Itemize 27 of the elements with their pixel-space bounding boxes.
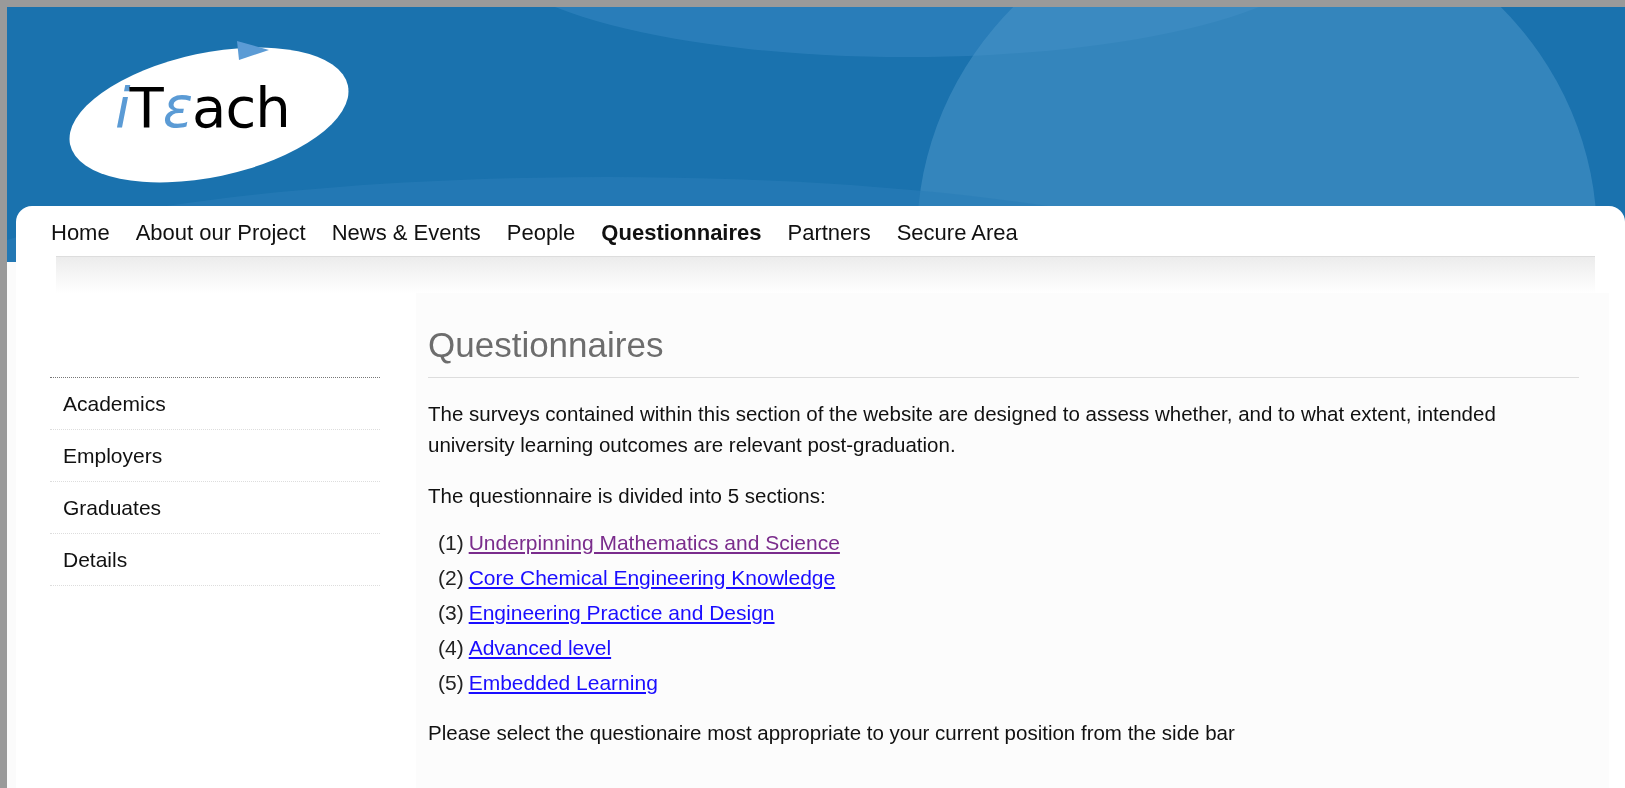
nav-link[interactable]: Partners bbox=[774, 220, 884, 250]
instruction-text: Please select the questionaire most appropriate to your current position from the side bar bbox=[428, 720, 1236, 746]
section-number: (3) bbox=[438, 600, 464, 626]
sidebar-link[interactable]: Details bbox=[50, 534, 380, 586]
section-number: (5) bbox=[438, 670, 464, 696]
sidebar-link[interactable]: Employers bbox=[50, 430, 380, 482]
logo[interactable]: iTεach bbox=[59, 33, 369, 183]
nav-link[interactable]: Questionnaires bbox=[588, 220, 775, 250]
section-link[interactable]: Core Chemical Engineering Knowledge bbox=[468, 563, 836, 592]
section-number: (4) bbox=[438, 635, 464, 661]
section-link[interactable]: Advanced level bbox=[468, 633, 612, 662]
sidebar-link[interactable]: Graduates bbox=[50, 482, 380, 534]
nav-link[interactable]: People bbox=[493, 220, 589, 250]
nav-link[interactable]: Secure Area bbox=[883, 220, 1031, 250]
section-number: (1) bbox=[438, 530, 464, 556]
nav-link[interactable]: Home bbox=[38, 220, 123, 250]
section-number: (2) bbox=[438, 565, 464, 591]
intro-paragraph: The surveys contained within this section of the website are designed to assess whether, and to what extent, intended university learning outcomes are relevant post-graduation. bbox=[428, 401, 1497, 458]
nav-link[interactable]: News & Events bbox=[318, 220, 494, 250]
section-link[interactable]: Engineering Practice and Design bbox=[468, 598, 775, 627]
sidebar-link[interactable]: Academics bbox=[50, 378, 380, 430]
section-link[interactable]: Underpinning Mathematics and Science bbox=[468, 528, 840, 557]
list-intro: The questionnaire is divided into 5 sections: bbox=[428, 483, 827, 509]
section-link[interactable]: Embedded Learning bbox=[468, 668, 658, 697]
nav-link[interactable]: About our Project bbox=[122, 220, 319, 250]
page-title: Questionnaires bbox=[428, 325, 1579, 378]
logo-text: iTεach bbox=[115, 75, 290, 140]
